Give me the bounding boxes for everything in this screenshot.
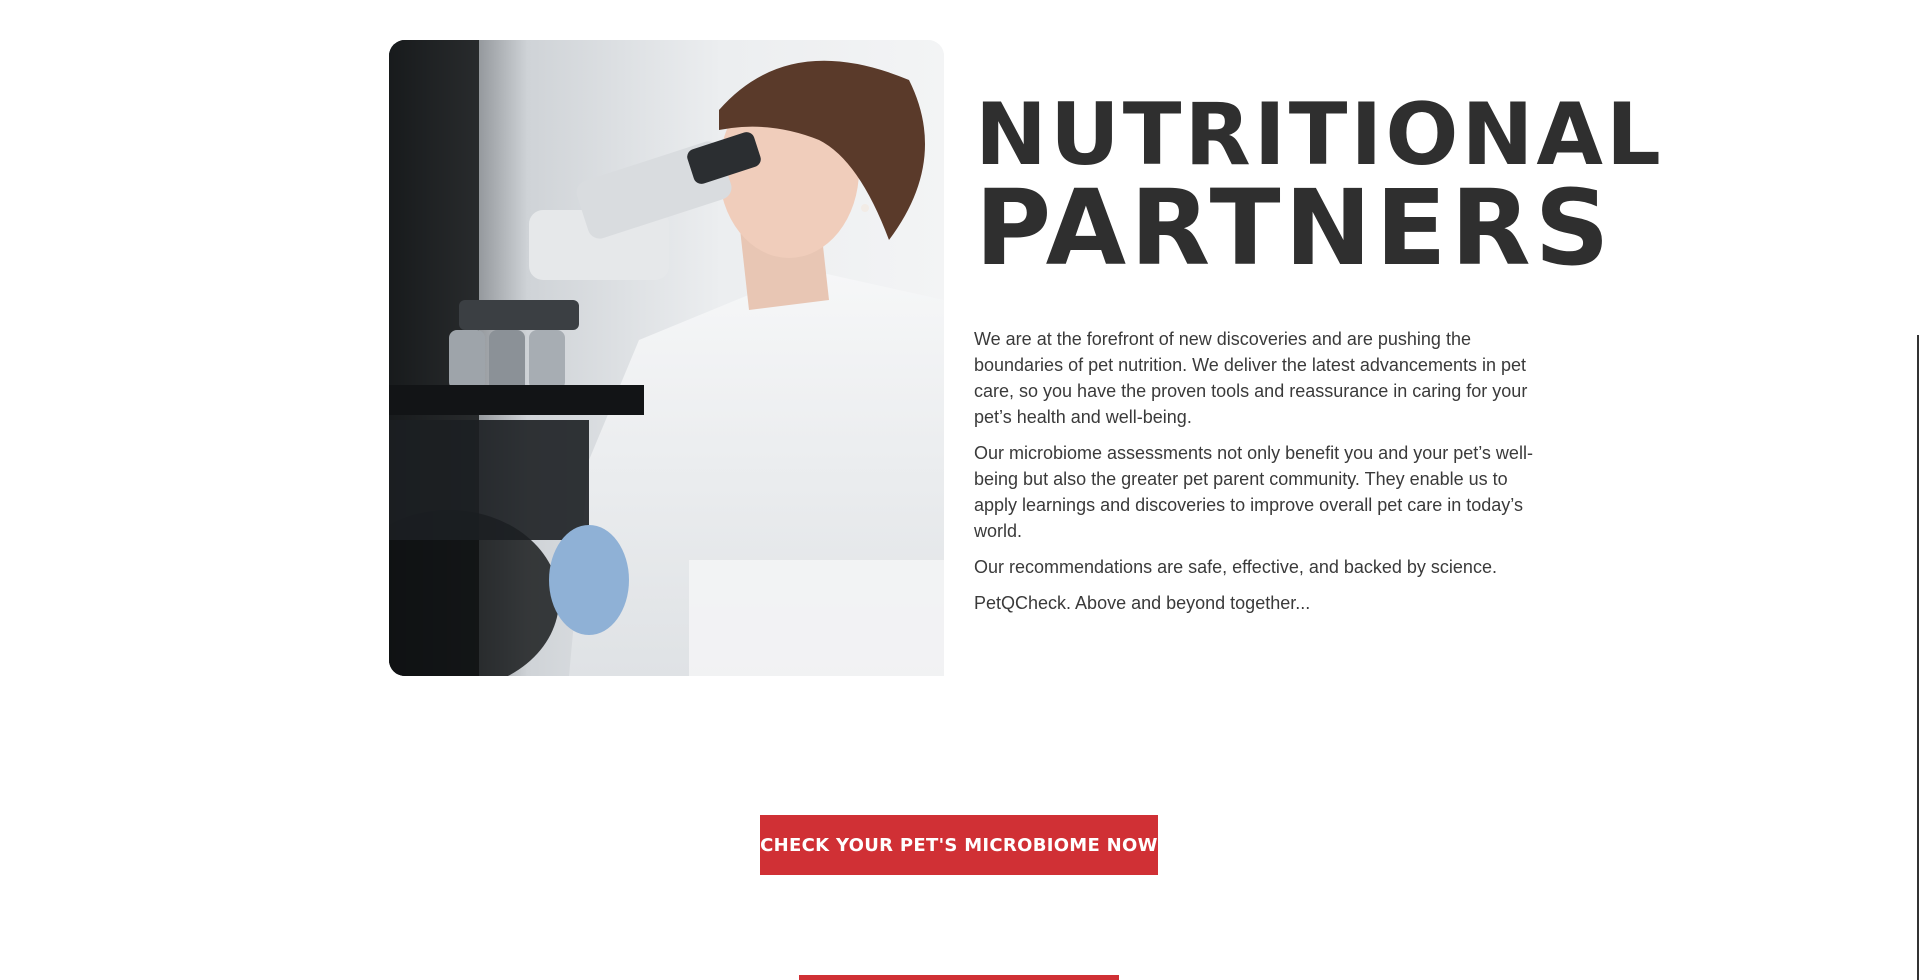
check-microbiome-button[interactable]: CHECK YOUR PET'S MICROBIOME NOW bbox=[760, 815, 1158, 875]
heading-line-2: PARTNERS bbox=[975, 167, 1614, 289]
paragraph-recommendations: Our recommendations are safe, effective,… bbox=[974, 557, 1497, 577]
section-body: We are at the forefront of new discoveri… bbox=[974, 326, 1539, 626]
paragraph-intro: We are at the forefront of new discoveri… bbox=[974, 329, 1528, 427]
scientist-microscope-image bbox=[389, 40, 944, 676]
page: NUTRITIONAL PARTNERS We are at the foref… bbox=[0, 0, 1920, 980]
scrollbar-edge bbox=[1917, 335, 1919, 980]
next-button-edge[interactable] bbox=[799, 975, 1119, 980]
scientist-microscope-illustration bbox=[389, 40, 944, 676]
heading-line-1: NUTRITIONAL bbox=[975, 85, 1664, 185]
section-heading: NUTRITIONAL PARTNERS bbox=[975, 85, 1664, 289]
paragraph-microbiome: Our microbiome assessments not only bene… bbox=[974, 443, 1533, 541]
paragraph-tagline: PetQCheck. Above and beyond together... bbox=[974, 593, 1311, 613]
